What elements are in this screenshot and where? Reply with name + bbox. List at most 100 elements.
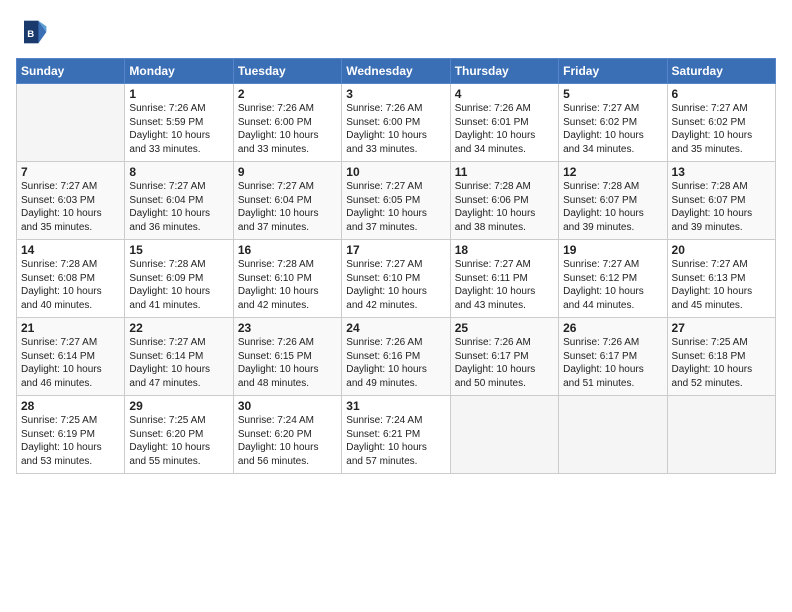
calendar-cell xyxy=(17,84,125,162)
cell-content: Sunrise: 7:24 AM Sunset: 6:21 PM Dayligh… xyxy=(346,414,445,468)
cell-content: Sunrise: 7:27 AM Sunset: 6:11 PM Dayligh… xyxy=(455,258,554,312)
calendar-cell: 5Sunrise: 7:27 AM Sunset: 6:02 PM Daylig… xyxy=(559,84,667,162)
day-number: 21 xyxy=(21,321,120,335)
calendar-cell: 12Sunrise: 7:28 AM Sunset: 6:07 PM Dayli… xyxy=(559,162,667,240)
calendar-cell xyxy=(667,396,775,474)
calendar-cell: 13Sunrise: 7:28 AM Sunset: 6:07 PM Dayli… xyxy=(667,162,775,240)
cell-content: Sunrise: 7:27 AM Sunset: 6:05 PM Dayligh… xyxy=(346,180,445,234)
cell-content: Sunrise: 7:26 AM Sunset: 6:17 PM Dayligh… xyxy=(563,336,662,390)
cell-content: Sunrise: 7:26 AM Sunset: 6:01 PM Dayligh… xyxy=(455,102,554,156)
week-row-2: 7Sunrise: 7:27 AM Sunset: 6:03 PM Daylig… xyxy=(17,162,776,240)
day-number: 15 xyxy=(129,243,228,257)
day-header-tuesday: Tuesday xyxy=(233,59,341,84)
calendar-cell: 21Sunrise: 7:27 AM Sunset: 6:14 PM Dayli… xyxy=(17,318,125,396)
week-row-5: 28Sunrise: 7:25 AM Sunset: 6:19 PM Dayli… xyxy=(17,396,776,474)
day-header-friday: Friday xyxy=(559,59,667,84)
calendar-cell: 3Sunrise: 7:26 AM Sunset: 6:00 PM Daylig… xyxy=(342,84,450,162)
week-row-1: 1Sunrise: 7:26 AM Sunset: 5:59 PM Daylig… xyxy=(17,84,776,162)
calendar-cell xyxy=(450,396,558,474)
day-number: 12 xyxy=(563,165,662,179)
cell-content: Sunrise: 7:27 AM Sunset: 6:04 PM Dayligh… xyxy=(238,180,337,234)
day-header-thursday: Thursday xyxy=(450,59,558,84)
calendar-cell: 29Sunrise: 7:25 AM Sunset: 6:20 PM Dayli… xyxy=(125,396,233,474)
svg-text:B: B xyxy=(27,29,34,40)
cell-content: Sunrise: 7:27 AM Sunset: 6:02 PM Dayligh… xyxy=(563,102,662,156)
calendar-cell: 23Sunrise: 7:26 AM Sunset: 6:15 PM Dayli… xyxy=(233,318,341,396)
cell-content: Sunrise: 7:26 AM Sunset: 6:17 PM Dayligh… xyxy=(455,336,554,390)
day-number: 24 xyxy=(346,321,445,335)
day-number: 22 xyxy=(129,321,228,335)
calendar-cell: 15Sunrise: 7:28 AM Sunset: 6:09 PM Dayli… xyxy=(125,240,233,318)
logo-icon: B xyxy=(16,16,48,48)
calendar-cell: 25Sunrise: 7:26 AM Sunset: 6:17 PM Dayli… xyxy=(450,318,558,396)
day-number: 6 xyxy=(672,87,771,101)
cell-content: Sunrise: 7:27 AM Sunset: 6:04 PM Dayligh… xyxy=(129,180,228,234)
cell-content: Sunrise: 7:24 AM Sunset: 6:20 PM Dayligh… xyxy=(238,414,337,468)
cell-content: Sunrise: 7:26 AM Sunset: 6:16 PM Dayligh… xyxy=(346,336,445,390)
cell-content: Sunrise: 7:27 AM Sunset: 6:14 PM Dayligh… xyxy=(21,336,120,390)
calendar-cell: 17Sunrise: 7:27 AM Sunset: 6:10 PM Dayli… xyxy=(342,240,450,318)
cell-content: Sunrise: 7:26 AM Sunset: 6:00 PM Dayligh… xyxy=(346,102,445,156)
day-number: 9 xyxy=(238,165,337,179)
day-number: 20 xyxy=(672,243,771,257)
day-number: 14 xyxy=(21,243,120,257)
calendar-cell: 10Sunrise: 7:27 AM Sunset: 6:05 PM Dayli… xyxy=(342,162,450,240)
day-number: 10 xyxy=(346,165,445,179)
day-number: 23 xyxy=(238,321,337,335)
cell-content: Sunrise: 7:27 AM Sunset: 6:10 PM Dayligh… xyxy=(346,258,445,312)
cell-content: Sunrise: 7:26 AM Sunset: 6:15 PM Dayligh… xyxy=(238,336,337,390)
cell-content: Sunrise: 7:25 AM Sunset: 6:20 PM Dayligh… xyxy=(129,414,228,468)
day-number: 8 xyxy=(129,165,228,179)
calendar-cell: 18Sunrise: 7:27 AM Sunset: 6:11 PM Dayli… xyxy=(450,240,558,318)
day-number: 25 xyxy=(455,321,554,335)
day-number: 1 xyxy=(129,87,228,101)
calendar-cell: 22Sunrise: 7:27 AM Sunset: 6:14 PM Dayli… xyxy=(125,318,233,396)
day-number: 2 xyxy=(238,87,337,101)
calendar-cell: 9Sunrise: 7:27 AM Sunset: 6:04 PM Daylig… xyxy=(233,162,341,240)
week-row-4: 21Sunrise: 7:27 AM Sunset: 6:14 PM Dayli… xyxy=(17,318,776,396)
calendar-cell: 16Sunrise: 7:28 AM Sunset: 6:10 PM Dayli… xyxy=(233,240,341,318)
cell-content: Sunrise: 7:28 AM Sunset: 6:08 PM Dayligh… xyxy=(21,258,120,312)
day-number: 26 xyxy=(563,321,662,335)
day-header-sunday: Sunday xyxy=(17,59,125,84)
cell-content: Sunrise: 7:28 AM Sunset: 6:07 PM Dayligh… xyxy=(672,180,771,234)
calendar-cell: 7Sunrise: 7:27 AM Sunset: 6:03 PM Daylig… xyxy=(17,162,125,240)
day-number: 7 xyxy=(21,165,120,179)
header-row: SundayMondayTuesdayWednesdayThursdayFrid… xyxy=(17,59,776,84)
day-number: 5 xyxy=(563,87,662,101)
calendar-cell: 8Sunrise: 7:27 AM Sunset: 6:04 PM Daylig… xyxy=(125,162,233,240)
cell-content: Sunrise: 7:26 AM Sunset: 5:59 PM Dayligh… xyxy=(129,102,228,156)
cell-content: Sunrise: 7:28 AM Sunset: 6:06 PM Dayligh… xyxy=(455,180,554,234)
day-number: 16 xyxy=(238,243,337,257)
day-number: 30 xyxy=(238,399,337,413)
cell-content: Sunrise: 7:27 AM Sunset: 6:13 PM Dayligh… xyxy=(672,258,771,312)
cell-content: Sunrise: 7:27 AM Sunset: 6:03 PM Dayligh… xyxy=(21,180,120,234)
day-number: 19 xyxy=(563,243,662,257)
header: B xyxy=(16,16,776,48)
day-number: 28 xyxy=(21,399,120,413)
calendar-cell: 1Sunrise: 7:26 AM Sunset: 5:59 PM Daylig… xyxy=(125,84,233,162)
cell-content: Sunrise: 7:27 AM Sunset: 6:02 PM Dayligh… xyxy=(672,102,771,156)
day-header-saturday: Saturday xyxy=(667,59,775,84)
cell-content: Sunrise: 7:27 AM Sunset: 6:14 PM Dayligh… xyxy=(129,336,228,390)
day-number: 29 xyxy=(129,399,228,413)
cell-content: Sunrise: 7:28 AM Sunset: 6:09 PM Dayligh… xyxy=(129,258,228,312)
calendar-cell: 19Sunrise: 7:27 AM Sunset: 6:12 PM Dayli… xyxy=(559,240,667,318)
calendar-cell: 4Sunrise: 7:26 AM Sunset: 6:01 PM Daylig… xyxy=(450,84,558,162)
day-number: 4 xyxy=(455,87,554,101)
cell-content: Sunrise: 7:28 AM Sunset: 6:07 PM Dayligh… xyxy=(563,180,662,234)
page: B SundayMondayTuesdayWednesdayThursdayFr… xyxy=(0,0,792,484)
cell-content: Sunrise: 7:25 AM Sunset: 6:18 PM Dayligh… xyxy=(672,336,771,390)
cell-content: Sunrise: 7:26 AM Sunset: 6:00 PM Dayligh… xyxy=(238,102,337,156)
cell-content: Sunrise: 7:25 AM Sunset: 6:19 PM Dayligh… xyxy=(21,414,120,468)
calendar-cell: 26Sunrise: 7:26 AM Sunset: 6:17 PM Dayli… xyxy=(559,318,667,396)
calendar-cell: 24Sunrise: 7:26 AM Sunset: 6:16 PM Dayli… xyxy=(342,318,450,396)
cell-content: Sunrise: 7:27 AM Sunset: 6:12 PM Dayligh… xyxy=(563,258,662,312)
calendar-cell: 28Sunrise: 7:25 AM Sunset: 6:19 PM Dayli… xyxy=(17,396,125,474)
day-header-monday: Monday xyxy=(125,59,233,84)
calendar-table: SundayMondayTuesdayWednesdayThursdayFrid… xyxy=(16,58,776,474)
calendar-cell: 11Sunrise: 7:28 AM Sunset: 6:06 PM Dayli… xyxy=(450,162,558,240)
calendar-cell: 31Sunrise: 7:24 AM Sunset: 6:21 PM Dayli… xyxy=(342,396,450,474)
calendar-cell: 30Sunrise: 7:24 AM Sunset: 6:20 PM Dayli… xyxy=(233,396,341,474)
day-number: 31 xyxy=(346,399,445,413)
